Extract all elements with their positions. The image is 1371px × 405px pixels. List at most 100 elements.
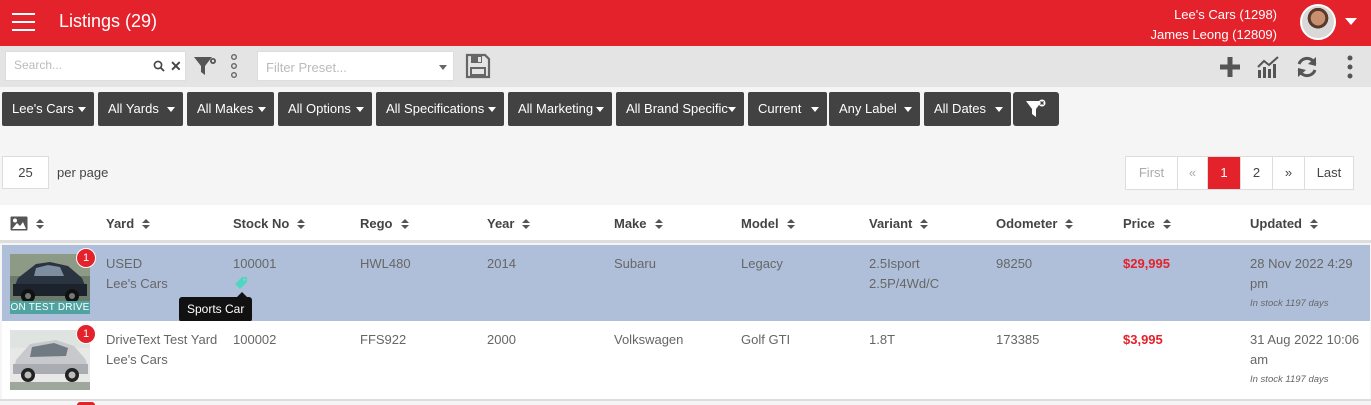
filter-yards[interactable]: All Yards xyxy=(98,92,183,126)
toolbar: ✕ Filter Preset... xyxy=(0,46,1371,87)
column-header-model[interactable]: Model xyxy=(741,216,795,231)
menu-icon[interactable] xyxy=(12,13,35,31)
variant-line: 2.5P/4Wd/C xyxy=(869,276,940,291)
filter-label: All Brand Specific xyxy=(626,101,728,116)
row-divider xyxy=(0,399,1371,401)
tag-tooltip: Sports Car xyxy=(179,292,253,322)
stock-no-cell: 100001 xyxy=(233,256,277,271)
sort-icon xyxy=(142,219,151,230)
more-options-icon[interactable] xyxy=(1338,55,1362,79)
chevron-down-icon xyxy=(488,107,496,112)
sort-icon xyxy=(1162,219,1171,230)
price-cell: $3,995 xyxy=(1123,332,1163,347)
label-tag-icon[interactable] xyxy=(234,276,248,290)
column-header-updated[interactable]: Updated xyxy=(1250,216,1318,231)
in-stock-days: In stock 1197 days xyxy=(1250,374,1329,385)
per-page-input[interactable]: 25 xyxy=(2,156,49,189)
column-header-yard[interactable]: Yard xyxy=(106,216,151,231)
column-header-price[interactable]: Price xyxy=(1123,216,1171,231)
rego-cell: HWL480 xyxy=(360,256,411,271)
odometer-cell: 173385 xyxy=(996,332,1040,347)
filter-dealer[interactable]: Lee's Cars xyxy=(2,92,94,126)
column-label: Odometer xyxy=(996,216,1058,231)
filter-label: All Specifications xyxy=(386,101,485,116)
search-box: ✕ xyxy=(5,51,186,81)
filter-label: All Makes xyxy=(197,101,254,116)
column-header-variant[interactable]: Variant xyxy=(869,216,929,231)
column-label: Model xyxy=(741,216,779,231)
save-icon[interactable] xyxy=(465,53,491,79)
table-header: Yard Stock No Rego Year Make Model Varia… xyxy=(0,205,1371,243)
chevron-down-icon xyxy=(596,107,604,112)
updated-date: 28 Nov 2022 4:29 xyxy=(1250,256,1353,271)
variant-line: 2.5Isport xyxy=(869,256,920,271)
filter-status[interactable]: Current xyxy=(748,92,827,126)
filter-options[interactable]: All Options xyxy=(278,92,372,126)
column-label: Variant xyxy=(869,216,913,231)
table-row[interactable]: 1 DriveText Test Yard Lee's Cars 100002 … xyxy=(2,321,1370,399)
yard-cell: USED Lee's Cars xyxy=(106,254,168,294)
column-header-rego[interactable]: Rego xyxy=(360,216,409,231)
first-page-button[interactable]: First xyxy=(1126,157,1178,189)
sort-icon xyxy=(786,219,795,230)
column-header-make[interactable]: Make xyxy=(614,216,663,231)
per-page-label: per page xyxy=(57,165,109,180)
account-dropdown-icon[interactable] xyxy=(1345,18,1357,25)
column-header-image[interactable] xyxy=(10,216,44,232)
prev-page-button[interactable]: « xyxy=(1178,157,1208,189)
notification-badge[interactable]: 1 xyxy=(76,324,96,344)
column-header-year[interactable]: Year xyxy=(487,216,531,231)
yard-dealer: Lee's Cars xyxy=(106,352,168,367)
chevron-down-icon xyxy=(356,107,364,112)
notification-badge[interactable]: 1 xyxy=(76,248,96,268)
next-page-button[interactable]: » xyxy=(1273,157,1305,189)
test-drive-banner: ON TEST DRIVE xyxy=(10,301,90,314)
chevron-down-icon xyxy=(811,107,819,112)
refresh-icon[interactable] xyxy=(1295,55,1319,79)
filter-label: All Yards xyxy=(108,101,159,116)
dealer-name: Lee's Cars (1298) xyxy=(1174,7,1277,22)
column-header-odometer[interactable]: Odometer xyxy=(996,216,1074,231)
pagination: First « 1 2 » Last xyxy=(1125,156,1354,190)
chevron-down-icon xyxy=(258,107,266,112)
filter-specifications[interactable]: All Specifications xyxy=(376,92,504,126)
clear-search-icon[interactable]: ✕ xyxy=(170,58,182,74)
filter-settings-icon[interactable] xyxy=(193,55,219,77)
in-stock-days: In stock 1197 days xyxy=(1250,298,1329,309)
column-header-stock-no[interactable]: Stock No xyxy=(233,216,306,231)
filter-marketing[interactable]: All Marketing xyxy=(508,92,612,126)
make-cell: Volkswagen xyxy=(614,332,684,347)
page-button-1[interactable]: 1 xyxy=(1208,157,1241,189)
filter-label: All Marketing xyxy=(518,101,594,116)
sort-icon xyxy=(36,219,44,230)
filter-brand-specific[interactable]: All Brand Specific xyxy=(616,92,744,126)
column-chooser-icon[interactable] xyxy=(230,54,238,78)
chevron-down-icon xyxy=(78,107,86,112)
column-label: Rego xyxy=(360,216,393,231)
page-button-2[interactable]: 2 xyxy=(1241,157,1273,189)
variant-cell: 2.5Isport 2.5P/4Wd/C xyxy=(869,254,939,294)
last-page-button[interactable]: Last xyxy=(1305,157,1353,189)
filter-label: Lee's Cars xyxy=(12,101,74,116)
chevron-down-icon xyxy=(439,65,447,70)
search-icon[interactable] xyxy=(153,60,165,72)
filter-makes[interactable]: All Makes xyxy=(187,92,274,126)
rego-cell: FFS922 xyxy=(360,332,407,347)
search-input[interactable] xyxy=(14,58,144,72)
model-cell: Golf GTI xyxy=(741,332,791,347)
filter-preset-select[interactable]: Filter Preset... xyxy=(257,51,454,81)
notification-badge xyxy=(76,401,96,405)
clear-filter-icon xyxy=(1026,99,1046,117)
filter-dates[interactable]: All Dates xyxy=(924,92,1011,126)
sort-icon xyxy=(1310,219,1318,230)
filter-label-select[interactable]: Any Label xyxy=(829,92,920,126)
clear-filters-button[interactable] xyxy=(1013,92,1059,126)
add-icon[interactable] xyxy=(1218,55,1242,79)
image-icon xyxy=(10,216,28,231)
column-label: Year xyxy=(487,216,515,231)
account-info[interactable]: Lee's Cars (1298) James Leong (12809) xyxy=(1151,5,1277,45)
column-label: Stock No xyxy=(233,216,290,231)
chart-icon[interactable] xyxy=(1256,55,1280,79)
avatar[interactable] xyxy=(1300,4,1336,40)
updated-cell: 31 Aug 2022 10:06 am In stock 1197 days xyxy=(1250,330,1359,388)
